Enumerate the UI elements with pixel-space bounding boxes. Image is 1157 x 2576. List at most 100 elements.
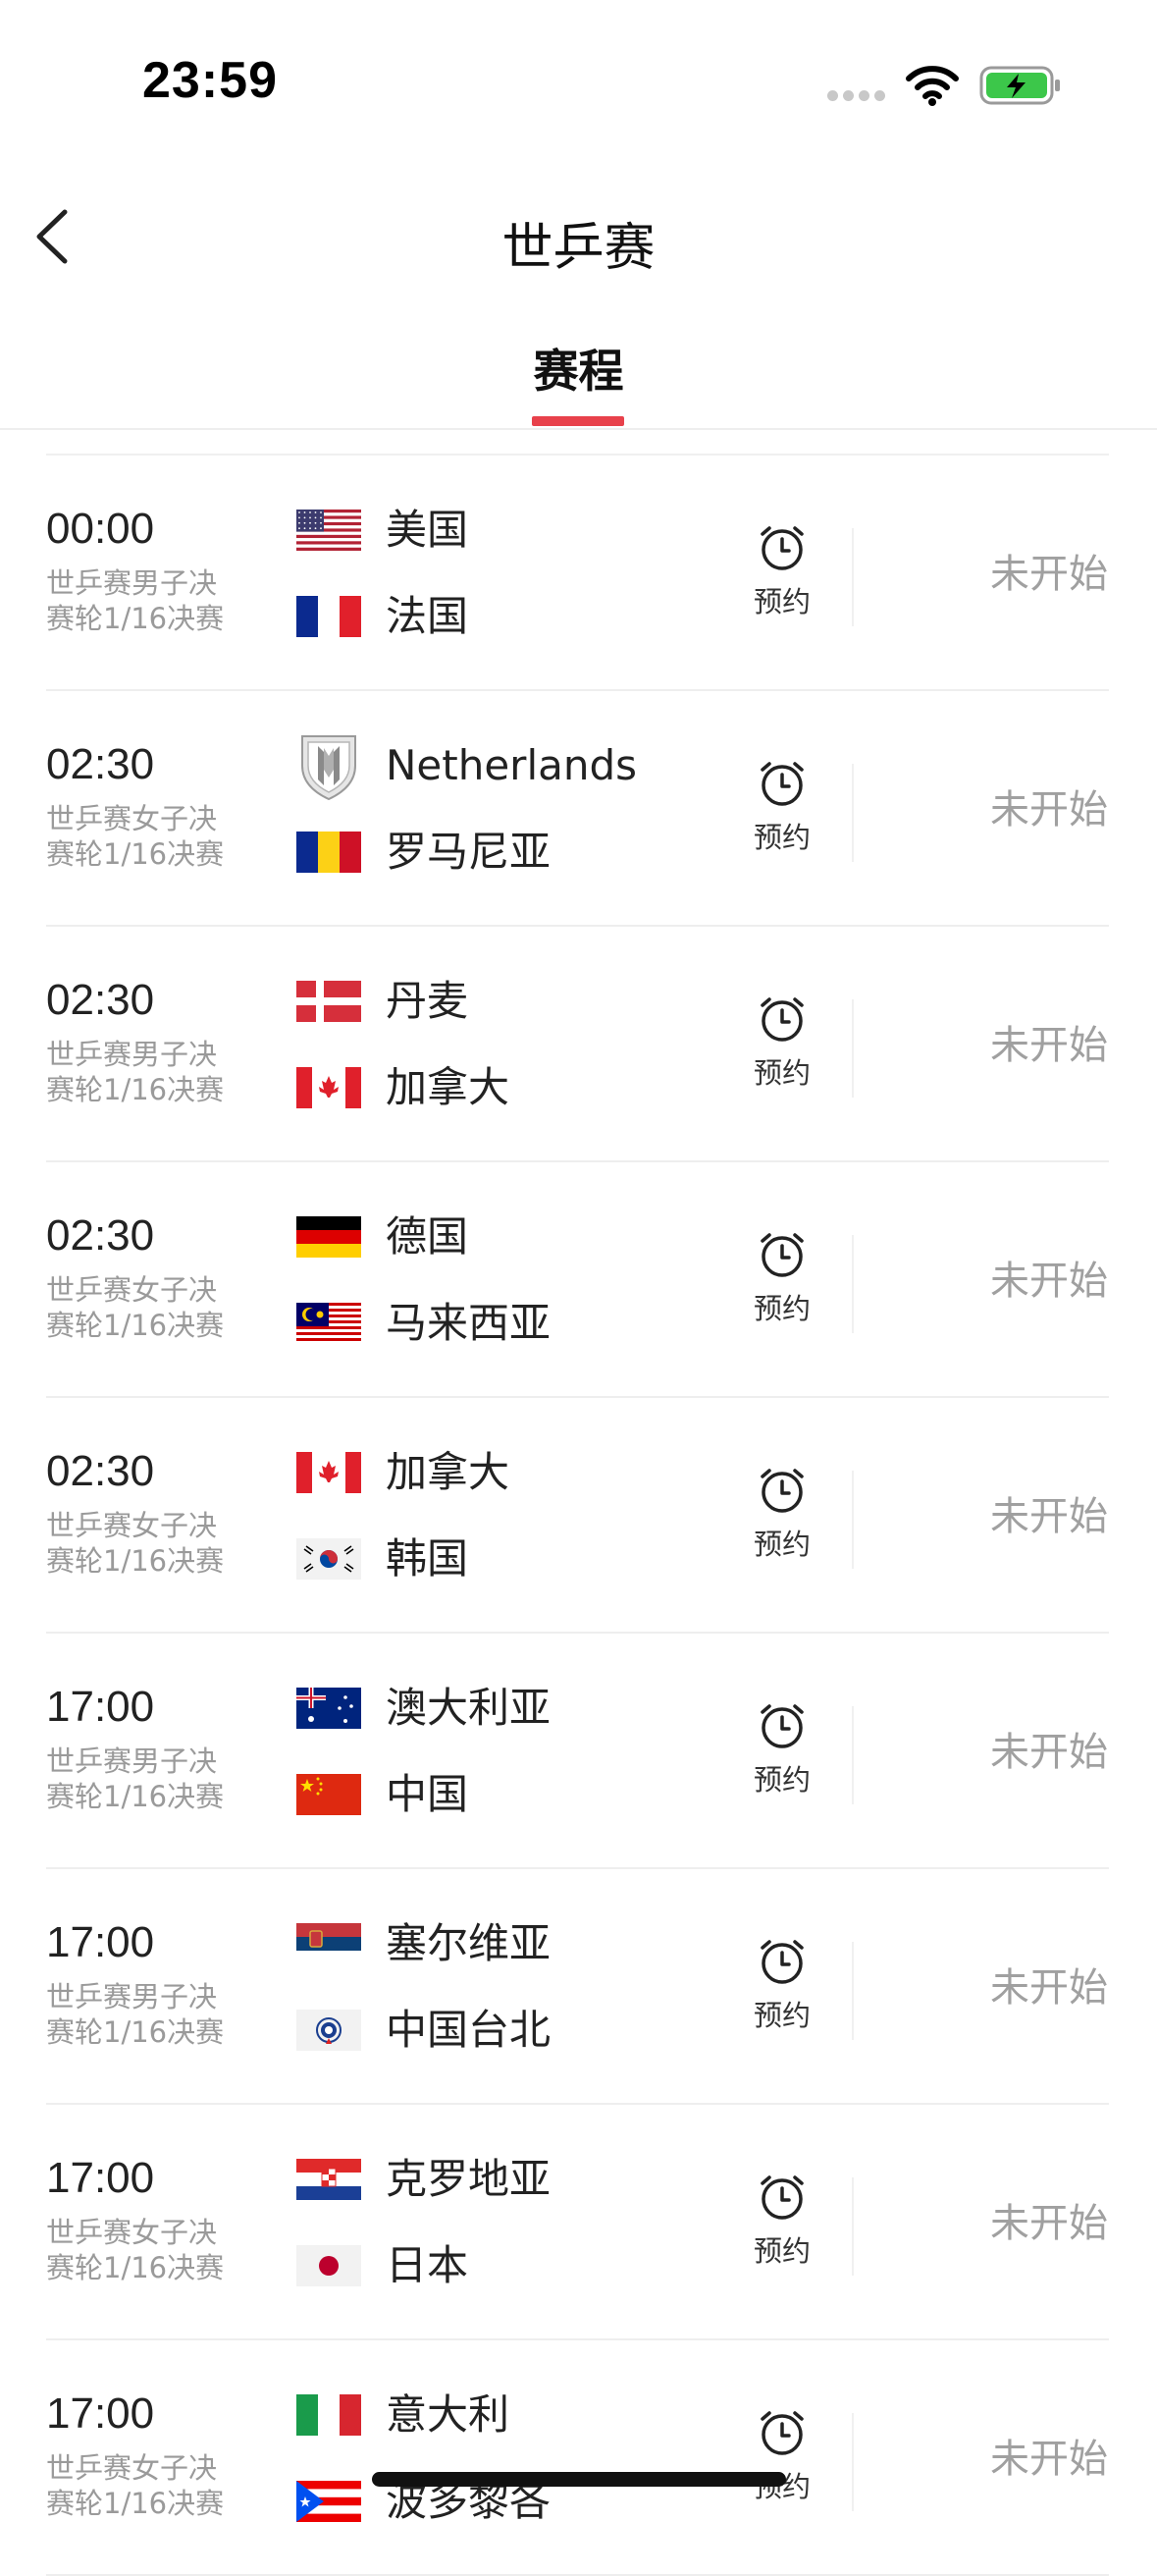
reminder-label: 预约 xyxy=(753,1528,811,1561)
away-team-canada-flag-icon xyxy=(296,1067,361,1108)
reminder-button[interactable]: 预约 xyxy=(738,2172,826,2280)
away-team-chinese-taipei-flag-icon xyxy=(296,2010,361,2051)
away-team: 日本 xyxy=(296,2236,728,2295)
home-team-denmark-flag-icon xyxy=(296,981,361,1022)
row-divider xyxy=(852,999,854,1098)
reminder-button[interactable]: 预约 xyxy=(738,522,826,630)
away-team-name: 中国 xyxy=(386,1770,469,1818)
home-team: Netherlands xyxy=(296,735,728,801)
match-stage: 世乒赛女子决赛轮1/16决赛 xyxy=(46,2216,225,2284)
match-row[interactable]: 02:30 世乒赛女子决赛轮1/16决赛 加拿大 韩国 预约 未开始 xyxy=(0,1398,1157,1634)
cellular-signal-icon xyxy=(827,90,888,104)
match-row[interactable]: 02:30 世乒赛女子决赛轮1/16决赛 德国 马来西亚 预约 未开始 xyxy=(0,1162,1157,1398)
match-row[interactable]: 00:00 世乒赛男子决赛轮1/16决赛 美国 法国 预约 未开始 xyxy=(0,456,1157,691)
home-team-germany-flag-icon xyxy=(296,1216,361,1258)
row-divider xyxy=(852,2177,854,2276)
row-divider xyxy=(852,2413,854,2511)
reminder-button[interactable]: 预约 xyxy=(738,1229,826,1337)
row-divider xyxy=(852,1235,854,1333)
tab-schedule[interactable]: 赛程 xyxy=(0,336,1157,401)
away-team-romania-flag-icon xyxy=(296,832,361,873)
away-team: 韩国 xyxy=(296,1530,728,1588)
home-team: 澳大利亚 xyxy=(296,1679,728,1738)
match-time: 02:30 xyxy=(46,740,155,788)
away-team: 马来西亚 xyxy=(296,1294,728,1353)
away-team: 罗马尼亚 xyxy=(296,823,728,882)
reminder-button[interactable]: 预约 xyxy=(738,2407,826,2515)
alarm-clock-icon xyxy=(761,997,804,1042)
home-team: 塞尔维亚 xyxy=(296,1914,728,1973)
home-team-name: 克罗地亚 xyxy=(386,2155,552,2203)
home-team-name: 加拿大 xyxy=(386,1448,510,1496)
away-team-malaysia-flag-icon xyxy=(296,1303,361,1344)
match-time: 17:00 xyxy=(46,2389,155,2438)
home-team-name: 美国 xyxy=(386,506,469,554)
home-team-name: 丹麦 xyxy=(386,977,469,1025)
match-time: 02:30 xyxy=(46,976,155,1024)
away-team: 法国 xyxy=(296,587,728,646)
reminder-button[interactable]: 预约 xyxy=(738,1936,826,2044)
reminder-label: 预约 xyxy=(753,1763,811,1797)
away-team-name: 法国 xyxy=(386,592,469,640)
match-stage: 世乒赛男子决赛轮1/16决赛 xyxy=(46,1744,225,1813)
home-team-name: Netherlands xyxy=(386,741,638,789)
away-team: 中国台北 xyxy=(296,2001,728,2060)
alarm-clock-icon xyxy=(761,762,804,806)
home-indicator[interactable] xyxy=(372,2472,786,2487)
match-status: 未开始 xyxy=(990,1023,1108,1068)
match-time: 17:00 xyxy=(46,1918,155,1966)
match-stage: 世乒赛男子决赛轮1/16决赛 xyxy=(46,1038,225,1106)
match-time: 02:30 xyxy=(46,1447,155,1495)
away-team-puerto-rico-flag-icon xyxy=(296,2481,361,2522)
alarm-clock-icon xyxy=(761,2175,804,2220)
home-team: 克罗地亚 xyxy=(296,2150,728,2209)
row-divider xyxy=(852,764,854,862)
match-status: 未开始 xyxy=(990,1494,1108,1539)
away-team-france-flag-icon xyxy=(296,596,361,637)
match-row[interactable]: 17:00 世乒赛女子决赛轮1/16决赛 克罗地亚 日本 预约 未开始 xyxy=(0,2105,1157,2340)
match-stage: 世乒赛女子决赛轮1/16决赛 xyxy=(46,1273,225,1342)
reminder-label: 预约 xyxy=(753,821,811,854)
reminder-button[interactable]: 预约 xyxy=(738,1700,826,1808)
match-status: 未开始 xyxy=(990,552,1108,597)
reminder-label: 预约 xyxy=(753,1292,811,1325)
match-time: 02:30 xyxy=(46,1211,155,1260)
alarm-clock-icon xyxy=(761,1940,804,1984)
navigation-bar: 世乒赛 xyxy=(0,167,1157,295)
alarm-clock-icon xyxy=(761,1233,804,1277)
home-team-name: 澳大利亚 xyxy=(386,1684,552,1732)
match-row[interactable]: 17:00 世乒赛男子决赛轮1/16决赛 塞尔维亚 中国台北 预约 未开始 xyxy=(0,1869,1157,2105)
home-team-name: 塞尔维亚 xyxy=(386,1919,552,1967)
match-time: 17:00 xyxy=(46,2154,155,2202)
home-team: 意大利 xyxy=(296,2386,728,2444)
match-list: 00:00 世乒赛男子决赛轮1/16决赛 美国 法国 预约 未开始 02:30 … xyxy=(0,456,1157,2576)
match-stage: 世乒赛男子决赛轮1/16决赛 xyxy=(46,1980,225,2049)
reminder-button[interactable]: 预约 xyxy=(738,758,826,866)
away-team-china-flag-icon xyxy=(296,1774,361,1815)
match-stage: 世乒赛女子决赛轮1/16决赛 xyxy=(46,1509,225,1578)
reminder-button[interactable]: 预约 xyxy=(738,993,826,1101)
match-row[interactable]: 02:30 世乒赛男子决赛轮1/16决赛 丹麦 加拿大 预约 未开始 xyxy=(0,927,1157,1162)
tab-bar: 赛程 xyxy=(0,324,1157,430)
match-status: 未开始 xyxy=(990,1259,1108,1304)
away-team-name: 韩国 xyxy=(386,1534,469,1583)
match-row[interactable]: 17:00 世乒赛女子决赛轮1/16决赛 意大利 波多黎各 预约 未开始 xyxy=(0,2340,1157,2576)
away-team-name: 中国台北 xyxy=(386,2006,552,2054)
reminder-button[interactable]: 预约 xyxy=(738,1465,826,1573)
match-status: 未开始 xyxy=(990,2437,1108,2482)
match-time: 00:00 xyxy=(46,505,155,553)
row-divider xyxy=(852,1942,854,2040)
alarm-clock-icon xyxy=(761,2411,804,2455)
row-divider xyxy=(852,1471,854,1569)
match-row[interactable]: 17:00 世乒赛男子决赛轮1/16决赛 澳大利亚 中国 预约 未开始 xyxy=(0,1634,1157,1869)
battery-charging-icon xyxy=(979,66,1060,105)
away-team: 中国 xyxy=(296,1765,728,1824)
match-row[interactable]: 02:30 世乒赛女子决赛轮1/16决赛 Netherlands 罗马尼亚 预约… xyxy=(0,691,1157,927)
row-divider xyxy=(852,528,854,626)
active-tab-indicator xyxy=(532,416,624,426)
match-stage: 世乒赛男子决赛轮1/16决赛 xyxy=(46,566,225,635)
match-status: 未开始 xyxy=(990,1730,1108,1775)
home-team: 丹麦 xyxy=(296,972,728,1031)
status-time: 23:59 xyxy=(142,52,278,109)
match-time: 17:00 xyxy=(46,1683,155,1731)
